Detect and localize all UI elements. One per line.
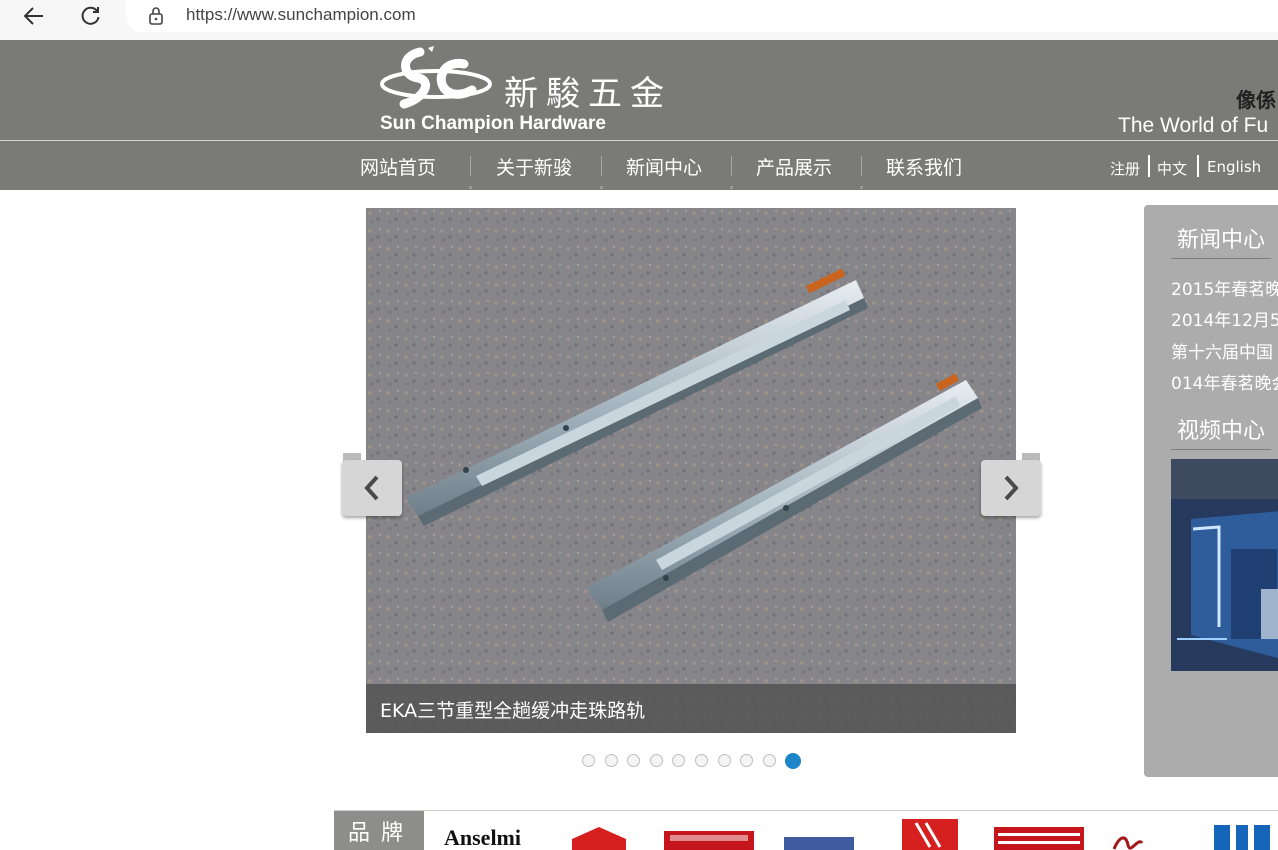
util-divider <box>1148 155 1150 177</box>
slider-dot[interactable] <box>604 754 618 767</box>
brand-logo-blue-letters[interactable] <box>1214 823 1278 850</box>
lock-icon <box>149 7 163 25</box>
nav-item-contact[interactable]: 联系我们 <box>886 153 962 180</box>
nav-item-products[interactable]: 产品展示 <box>756 153 832 180</box>
slider-dot[interactable] <box>785 753 802 769</box>
nav-item-home[interactable]: 网站首页 <box>360 153 436 180</box>
brands-label: 品 牌 <box>334 811 424 850</box>
slider-prev-button[interactable] <box>342 460 402 516</box>
brand-logo-red-square[interactable] <box>902 819 958 850</box>
english-language-link[interactable]: English <box>1207 158 1261 176</box>
register-link[interactable]: 注册 <box>1110 158 1140 179</box>
news-center-title[interactable]: 新闻中心 <box>1171 222 1272 259</box>
slide-caption-bar: EKA三节重型全趟缓冲走珠路轨 <box>366 684 1016 733</box>
slider-dot[interactable] <box>717 754 731 767</box>
url-text: https://www.sunchampion.com <box>186 5 416 24</box>
site-header: 新駿五金 Sun Champion Hardware 像係 The World … <box>0 40 1278 140</box>
chinese-language-link[interactable]: 中文 <box>1157 158 1187 179</box>
util-divider <box>1197 155 1199 177</box>
slider-dot[interactable] <box>627 754 641 767</box>
site-logo[interactable]: 新駿五金 Sun Champion Hardware <box>380 46 680 138</box>
nav-item-news[interactable]: 新闻中心 <box>626 153 702 180</box>
sc-logo-emblem <box>380 46 492 109</box>
brand-logo-blue-text[interactable] <box>784 837 854 850</box>
slide-caption: EKA三节重型全趟缓冲走珠路轨 <box>380 700 646 722</box>
brand-logo-anselmi[interactable]: Anselmi <box>444 825 521 850</box>
video-center-title[interactable]: 视频中心 <box>1171 413 1272 450</box>
nav-divider <box>469 156 472 189</box>
nav-divider <box>860 156 863 189</box>
chevron-right-icon <box>1004 475 1019 501</box>
chevron-left-icon <box>364 475 379 501</box>
slider-dot[interactable] <box>740 754 754 767</box>
news-item[interactable]: 第十六届中国 <box>1171 338 1273 363</box>
address-bar[interactable]: https://www.sunchampion.com <box>126 0 1278 32</box>
slider-dot[interactable] <box>582 754 595 767</box>
nav-divider <box>730 156 733 189</box>
drawer-slide-photo <box>366 208 1016 733</box>
back-arrow-icon <box>23 7 43 25</box>
reload-button[interactable] <box>70 0 110 32</box>
brand-logo-red-stripes[interactable] <box>994 827 1084 850</box>
slogan-english: The World of Fu <box>1118 114 1269 137</box>
brands-strip: 品 牌 Anselmi <box>334 810 1278 850</box>
main-nav: 网站首页 关于新骏 新闻中心 产品展示 联系我们 注册 中文 English <box>0 140 1278 190</box>
news-item[interactable]: 014年春茗晚会 <box>1171 369 1278 394</box>
news-item[interactable]: 2015年春茗晚 <box>1171 275 1278 300</box>
slogan-chinese: 像係 <box>1236 88 1276 112</box>
slider-pagination <box>582 753 812 769</box>
slider-next-button[interactable] <box>981 460 1041 516</box>
news-item[interactable]: 2014年12月5 <box>1171 306 1278 331</box>
slider-dot[interactable] <box>762 754 776 767</box>
slider-dot[interactable] <box>672 754 686 767</box>
product-slider[interactable]: EKA三节重型全趟缓冲走珠路轨 <box>366 208 1016 733</box>
back-button[interactable] <box>14 0 54 32</box>
brand-logo-script[interactable] <box>1112 833 1152 850</box>
video-thumbnail[interactable] <box>1171 459 1278 671</box>
nav-divider <box>600 156 603 189</box>
reload-icon <box>81 6 100 25</box>
brand-logo-red-banner[interactable] <box>664 831 754 850</box>
slider-dot[interactable] <box>695 754 708 767</box>
booth-photo <box>1171 459 1278 671</box>
logo-english-name: Sun Champion Hardware <box>380 113 606 134</box>
browser-toolbar: https://www.sunchampion.com <box>0 0 1278 40</box>
brand-logo-red-house[interactable] <box>568 825 630 850</box>
nav-item-about[interactable]: 关于新骏 <box>496 153 572 180</box>
slider-dot[interactable] <box>649 754 663 767</box>
logo-chinese-name: 新駿五金 <box>504 74 672 114</box>
